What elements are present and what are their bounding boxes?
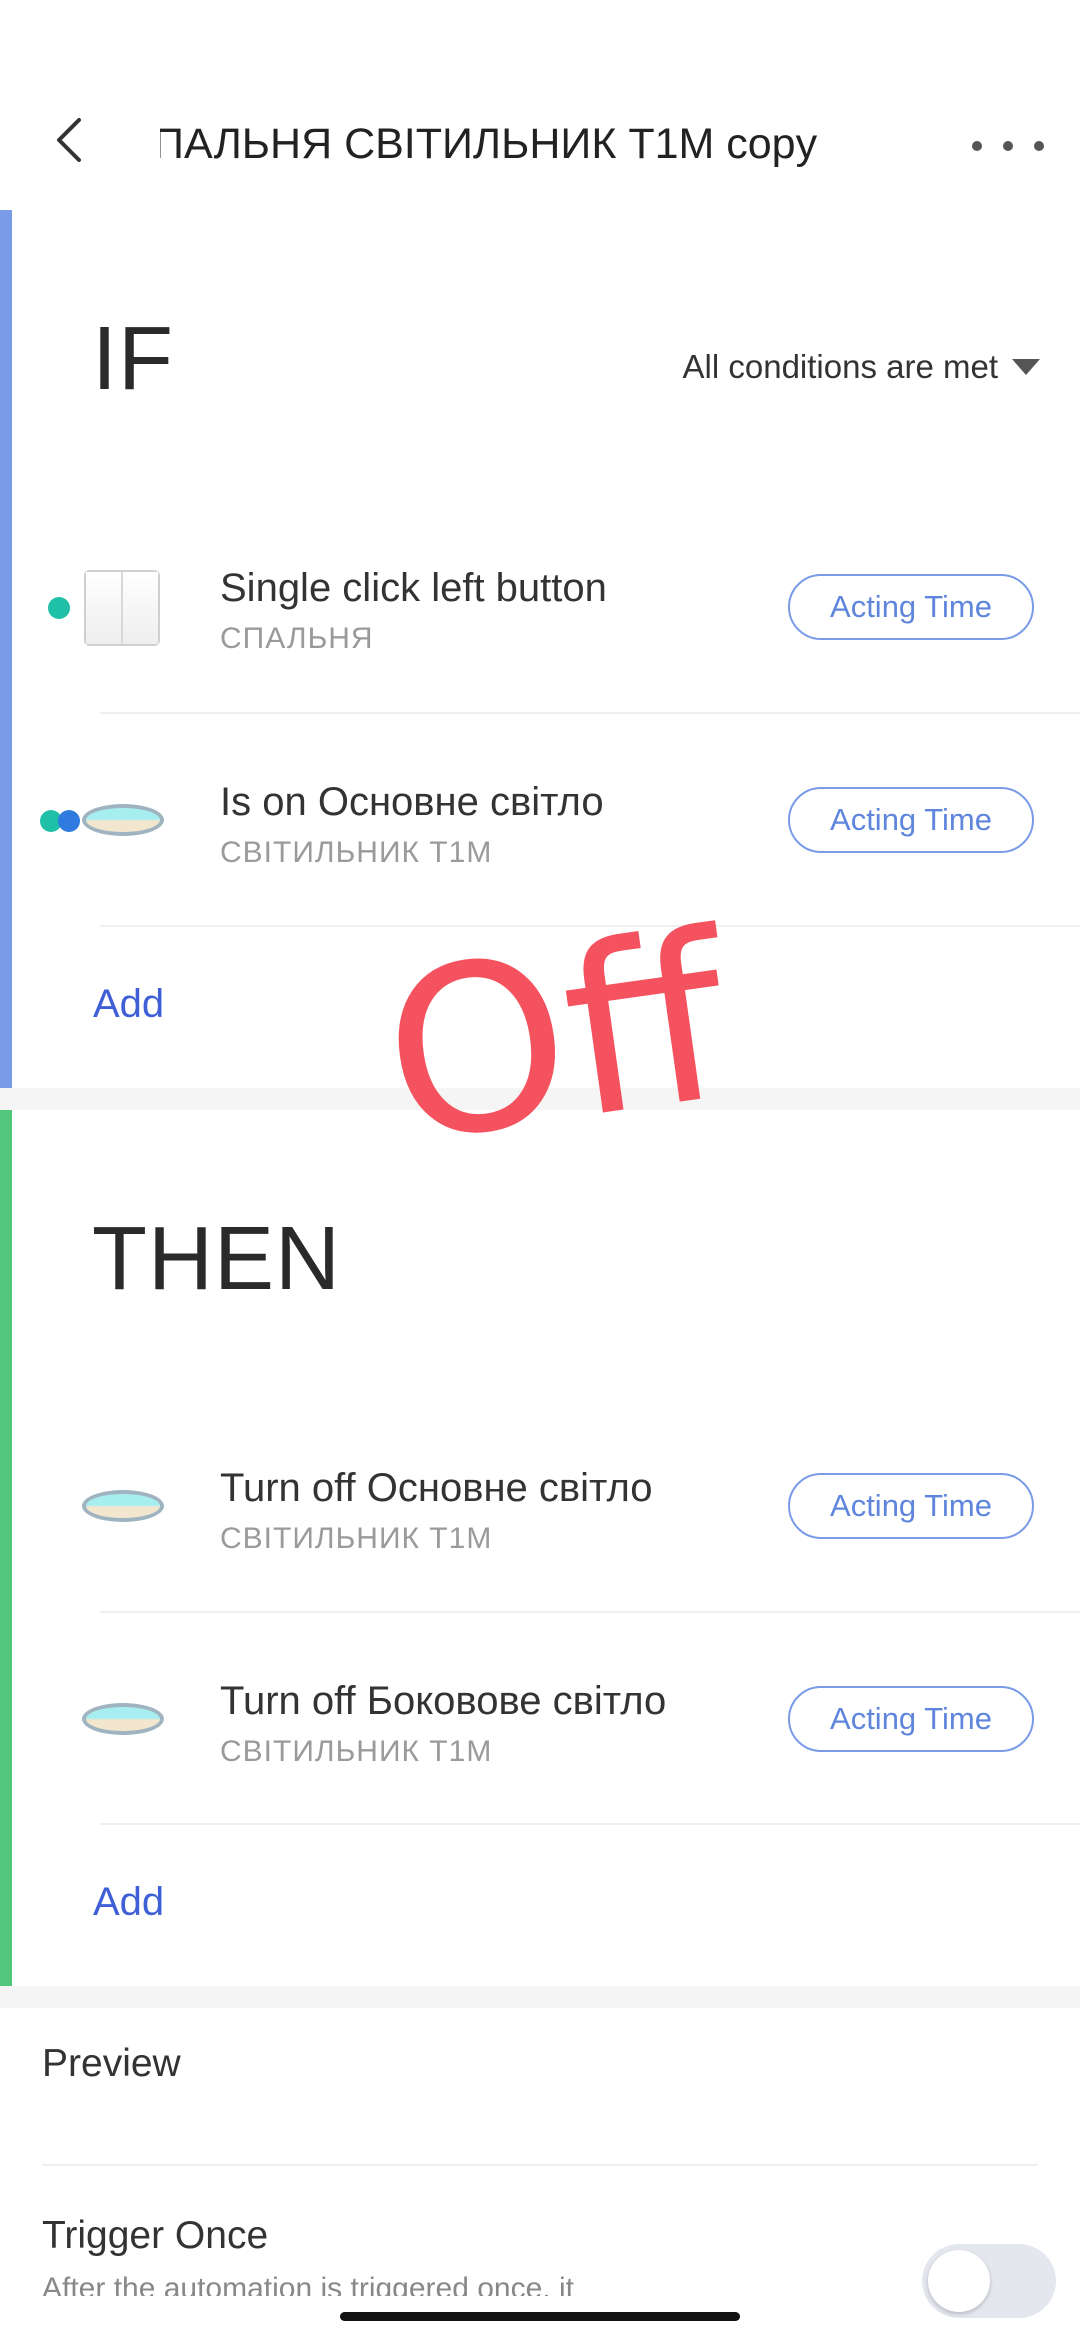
ceiling-lamp-icon [82, 1490, 164, 1522]
off-stamp: Off [369, 883, 743, 1196]
status-dot-icon [58, 810, 80, 832]
action-subtitle: СВІТИЛЬНИК T1M [220, 1522, 493, 1555]
home-indicator [340, 2312, 740, 2321]
condition-title: Single click left button [220, 566, 607, 610]
if-condition-row[interactable]: Single click left button СПАЛЬНЯ Acting … [0, 548, 1080, 666]
more-options-button[interactable] [972, 118, 1044, 174]
action-subtitle: СВІТИЛЬНИК T1M [220, 1735, 493, 1768]
preview-label: Preview [42, 2042, 181, 2085]
condition-mode-label: All conditions are met [682, 348, 998, 385]
trigger-once-toggle[interactable] [922, 2244, 1056, 2318]
toggle-knob [928, 2250, 990, 2312]
condition-subtitle: СПАЛЬНЯ [220, 622, 374, 655]
ceiling-lamp-icon [82, 1703, 164, 1735]
row-divider [100, 1823, 1080, 1825]
trigger-once-description-clip: After the automation is triggered once, … [42, 2272, 862, 2296]
page-title: СПАЛЬНЯ СВІТИЛЬНИК T1M copy [160, 120, 818, 168]
more-horizontal-icon [972, 141, 982, 151]
acting-time-button[interactable]: Acting Time [788, 1686, 1034, 1752]
condition-title: Is on Основне світло [220, 780, 604, 824]
preview-row[interactable]: Preview [0, 2020, 1080, 2160]
back-button[interactable] [40, 112, 96, 168]
row-divider [100, 1611, 1080, 1613]
wall-switch-icon [84, 570, 160, 646]
then-action-row[interactable]: Turn off Основне світло СВІТИЛЬНИК T1M A… [0, 1448, 1080, 1566]
row-divider [42, 2164, 1038, 2166]
ceiling-lamp-icon [82, 804, 164, 836]
then-heading: THEN [92, 1209, 341, 1309]
chevron-left-icon [57, 118, 81, 162]
row-divider [100, 712, 1080, 714]
if-condition-row[interactable]: Is on Основне світло СВІТИЛЬНИК T1M Acti… [0, 762, 1080, 880]
section-separator [0, 1986, 1080, 2008]
action-title: Turn off Основне світло [220, 1466, 653, 1510]
then-action-row[interactable]: Turn off Боковове світло СВІТИЛЬНИК T1M … [0, 1661, 1080, 1779]
action-title: Turn off Боковове світло [220, 1679, 667, 1723]
acting-time-button[interactable]: Acting Time [788, 574, 1034, 640]
trigger-once-description: After the automation is triggered once, … [42, 2272, 574, 2296]
condition-mode-dropdown[interactable]: All conditions are met [683, 348, 1040, 386]
top-bar [0, 0, 1080, 212]
condition-subtitle: СВІТИЛЬНИК T1M [220, 836, 493, 869]
acting-time-button[interactable]: Acting Time [788, 787, 1034, 853]
trigger-once-label: Trigger Once [42, 2214, 269, 2257]
if-heading: IF [92, 309, 174, 409]
add-condition-button[interactable]: Add [93, 982, 164, 1027]
caret-down-icon [1012, 359, 1040, 375]
add-action-button[interactable]: Add [93, 1880, 164, 1925]
page-title-container: СПАЛЬНЯ СВІТИЛЬНИК T1M copy [160, 112, 980, 176]
status-dot-icon [48, 597, 70, 619]
acting-time-button[interactable]: Acting Time [788, 1473, 1034, 1539]
